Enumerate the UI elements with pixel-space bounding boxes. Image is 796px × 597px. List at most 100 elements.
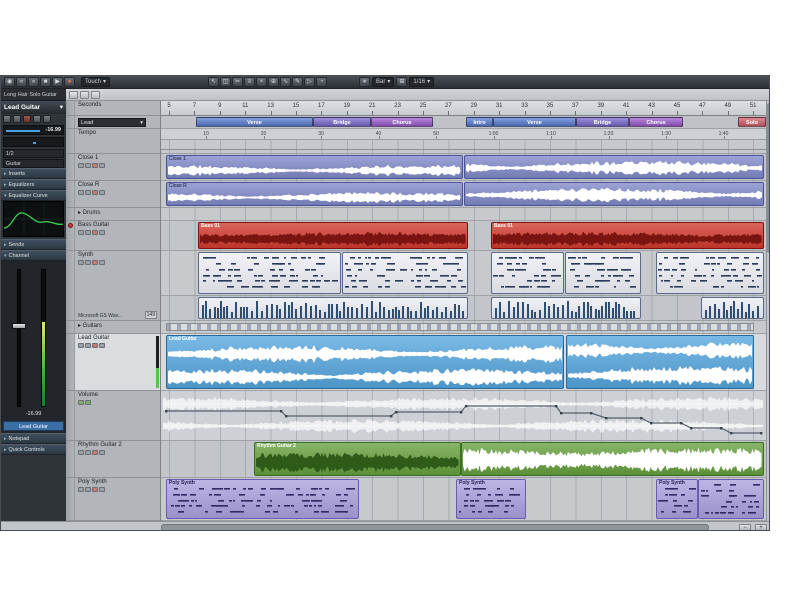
equalizer-curve-graph[interactable] <box>3 201 64 237</box>
track-drag-handle[interactable] <box>66 101 75 115</box>
audio-event-bass-01[interactable]: Bass 01 <box>198 222 468 249</box>
marker-verse[interactable]: Verse <box>493 117 576 127</box>
marker-verse[interactable]: Verse <box>196 117 313 127</box>
glue-tool[interactable]: ≡ <box>244 77 256 87</box>
range-selection-tool[interactable]: ◫ <box>220 77 232 87</box>
activate-project-button[interactable]: ◉ <box>4 77 15 87</box>
marker-bridge[interactable]: Bridge <box>576 117 629 127</box>
split-tool[interactable]: ✂ <box>232 77 244 87</box>
midi-part[interactable] <box>342 252 468 294</box>
record-enable-button[interactable] <box>92 260 98 265</box>
draw-tool[interactable]: ✎ <box>292 77 304 87</box>
inspector-track-title[interactable]: Lead Guitar ▾ <box>1 101 66 114</box>
write-button[interactable] <box>85 400 91 405</box>
track-row-close-r[interactable]: Close R <box>66 181 160 208</box>
midi-part[interactable] <box>198 297 468 319</box>
monitor-button[interactable] <box>99 260 105 265</box>
track-row-bass-guitar[interactable]: Bass Guitar <box>66 221 160 251</box>
vertical-scrollbar[interactable] <box>766 101 769 521</box>
track-row-volume[interactable]: Volume <box>66 391 160 441</box>
marker-select-dropdown[interactable]: Lead ▾ <box>78 118 146 127</box>
marker-bridge[interactable]: Bridge <box>313 117 371 127</box>
track-row-synth[interactable]: Synth Microsoft GS Wav... 149 <box>66 251 160 321</box>
inspector-section-inserts[interactable]: ▸ Inserts <box>1 168 66 179</box>
midi-part[interactable] <box>656 252 764 294</box>
audio-event[interactable] <box>566 335 754 389</box>
inspector-section-channel[interactable]: ▾ Channel <box>1 250 66 261</box>
solo-button[interactable] <box>85 343 91 348</box>
midi-part[interactable] <box>698 479 764 519</box>
output-routing-field[interactable]: 1/2 <box>3 149 64 158</box>
record-enable-button[interactable] <box>92 190 98 195</box>
pan-slider[interactable] <box>3 137 64 147</box>
track-row-poly-synth[interactable]: Poly Synth <box>66 478 160 521</box>
vertical-scrollbar-thumb[interactable] <box>767 103 769 253</box>
track-drag-handle[interactable] <box>66 334 75 390</box>
track-drag-handle[interactable] <box>66 478 75 520</box>
audio-event-rhythm-guitar-2[interactable]: Rhythm Guitar 2 <box>254 442 461 476</box>
tracklist-header-button[interactable] <box>80 90 89 99</box>
snap-toggle-button[interactable]: ∗ <box>359 77 371 87</box>
midi-part[interactable] <box>565 252 641 294</box>
audio-event-bass-01[interactable]: Bass 01 <box>491 222 764 249</box>
marker-chorus[interactable]: Chorus <box>629 117 683 127</box>
tracklist-header-button[interactable] <box>91 90 100 99</box>
track-drag-handle[interactable] <box>66 208 75 220</box>
solo-button[interactable] <box>85 230 91 235</box>
zoom-in-button[interactable]: + <box>755 524 767 530</box>
midi-part[interactable] <box>701 297 764 319</box>
track-output-routing[interactable]: Microsoft GS Wav... <box>78 313 122 319</box>
mute-tool[interactable]: ∿ <box>280 77 292 87</box>
play-button[interactable]: ▶ <box>52 77 63 87</box>
track-row-tempo[interactable]: Tempo <box>66 129 160 154</box>
inspector-section-equalizer-curve[interactable]: ▾ Equalizer Curve <box>1 190 66 201</box>
record-enable-button[interactable] <box>92 450 98 455</box>
track-drag-handle[interactable] <box>66 181 75 207</box>
volume-automation-curve[interactable] <box>161 391 766 441</box>
track-row-seconds[interactable]: Seconds <box>66 101 160 116</box>
marker-chorus[interactable]: Chorus <box>371 117 433 127</box>
inspector-section-sends[interactable]: ▸ Sends <box>1 239 66 250</box>
stop-button[interactable]: ■ <box>40 77 51 87</box>
volume-slider[interactable]: -16.99 <box>3 125 64 135</box>
erase-tool[interactable]: × <box>256 77 268 87</box>
midi-part[interactable] <box>491 297 641 319</box>
track-row-guitars[interactable]: ▸ Guitars <box>66 321 160 334</box>
marker-intro[interactable]: Intro <box>466 117 493 127</box>
audio-event-close-1[interactable]: Close 1 <box>166 155 463 179</box>
monitor-button[interactable] <box>99 163 105 168</box>
record-enable-button[interactable] <box>92 163 98 168</box>
tracklist-header-button[interactable] <box>69 90 78 99</box>
mute-button[interactable] <box>78 163 84 168</box>
midi-part[interactable] <box>198 252 341 294</box>
track-drag-handle[interactable] <box>66 116 75 128</box>
solo-button[interactable] <box>85 450 91 455</box>
solo-button[interactable] <box>85 163 91 168</box>
record-enable-button[interactable] <box>23 115 31 123</box>
monitor-button[interactable] <box>99 343 105 348</box>
track-row-rhythm-guitar-2[interactable]: Rhythm Guitar 2 <box>66 441 160 478</box>
track-drag-handle[interactable] <box>66 391 75 440</box>
color-tool[interactable]: ◔ <box>316 77 328 87</box>
audio-event-lead-guitar[interactable]: Lead Guitar <box>166 335 564 389</box>
track-row-lead-guitar[interactable]: Lead Guitar <box>66 334 160 391</box>
folder-part[interactable] <box>166 323 754 331</box>
monitor-button[interactable] <box>99 487 105 492</box>
rewind-button[interactable]: « <box>16 77 27 87</box>
zoom-tool[interactable]: ⊕ <box>268 77 280 87</box>
monitor-button[interactable] <box>99 190 105 195</box>
automation-mode-dropdown[interactable]: Touch ▾ <box>81 77 111 87</box>
audio-event[interactable] <box>464 155 764 179</box>
bar-ruler[interactable]: 5 7 9 11 13 15 17 19 21 23 25 27 29 31 33 35 37 39 41 43 45 4… <box>161 101 766 116</box>
track-row-drums[interactable]: ▸ Drums <box>66 208 160 221</box>
midi-part-poly-synth[interactable]: Poly Synth <box>656 479 698 519</box>
play-tool[interactable]: ▷ <box>304 77 316 87</box>
track-row-close-1[interactable]: Close 1 <box>66 154 160 181</box>
monitor-button[interactable] <box>99 230 105 235</box>
solo-button[interactable] <box>85 487 91 492</box>
seconds-ruler[interactable]: 10 20 30 40 50 1:00 1:10 1:20 1:30 1:40 <box>161 129 766 140</box>
zoom-out-button[interactable]: − <box>739 524 751 530</box>
track-drag-handle[interactable] <box>66 251 75 320</box>
object-selection-tool[interactable]: ↖ <box>208 77 220 87</box>
channel-fader-handle[interactable] <box>12 323 26 329</box>
